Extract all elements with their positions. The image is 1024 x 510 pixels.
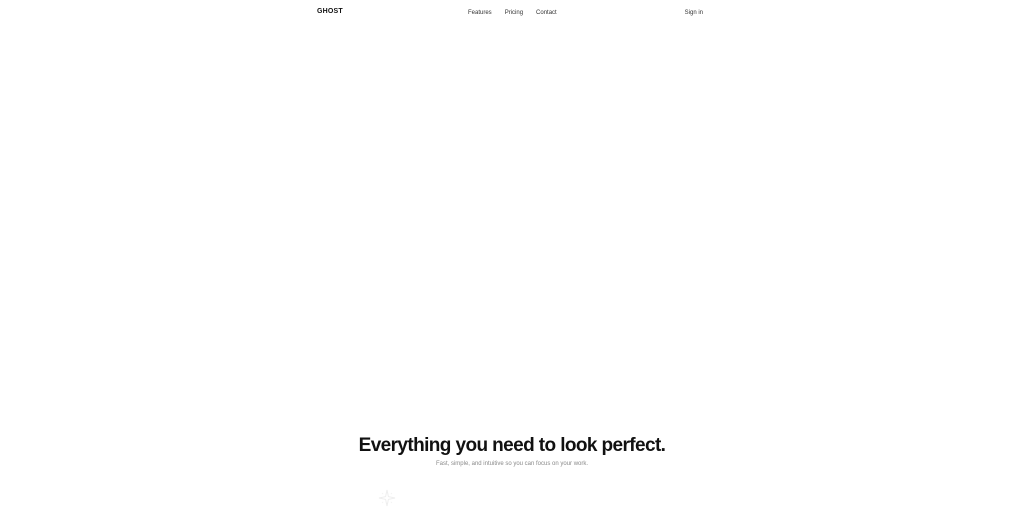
site-logo[interactable]: GHOST: [317, 8, 343, 15]
page: GHOST Features Pricing Contact Sign in E…: [0, 0, 1024, 510]
nav-pricing-link[interactable]: Pricing: [505, 8, 523, 18]
sign-in-link[interactable]: Sign in: [685, 8, 703, 18]
sparkle-icon: [378, 489, 396, 507]
nav-features-link[interactable]: Features: [468, 8, 492, 18]
nav-contact-link[interactable]: Contact: [536, 8, 557, 18]
hero-title: Everything you need to look perfect.: [358, 435, 666, 456]
hero-section: Everything you need to look perfect. Fas…: [0, 433, 1024, 469]
hero-subtitle: Fast, simple, and intuitive so you can f…: [435, 461, 589, 467]
top-navigation: GHOST Features Pricing Contact Sign in: [317, 7, 704, 19]
primary-nav: Features Pricing Contact: [468, 8, 557, 18]
